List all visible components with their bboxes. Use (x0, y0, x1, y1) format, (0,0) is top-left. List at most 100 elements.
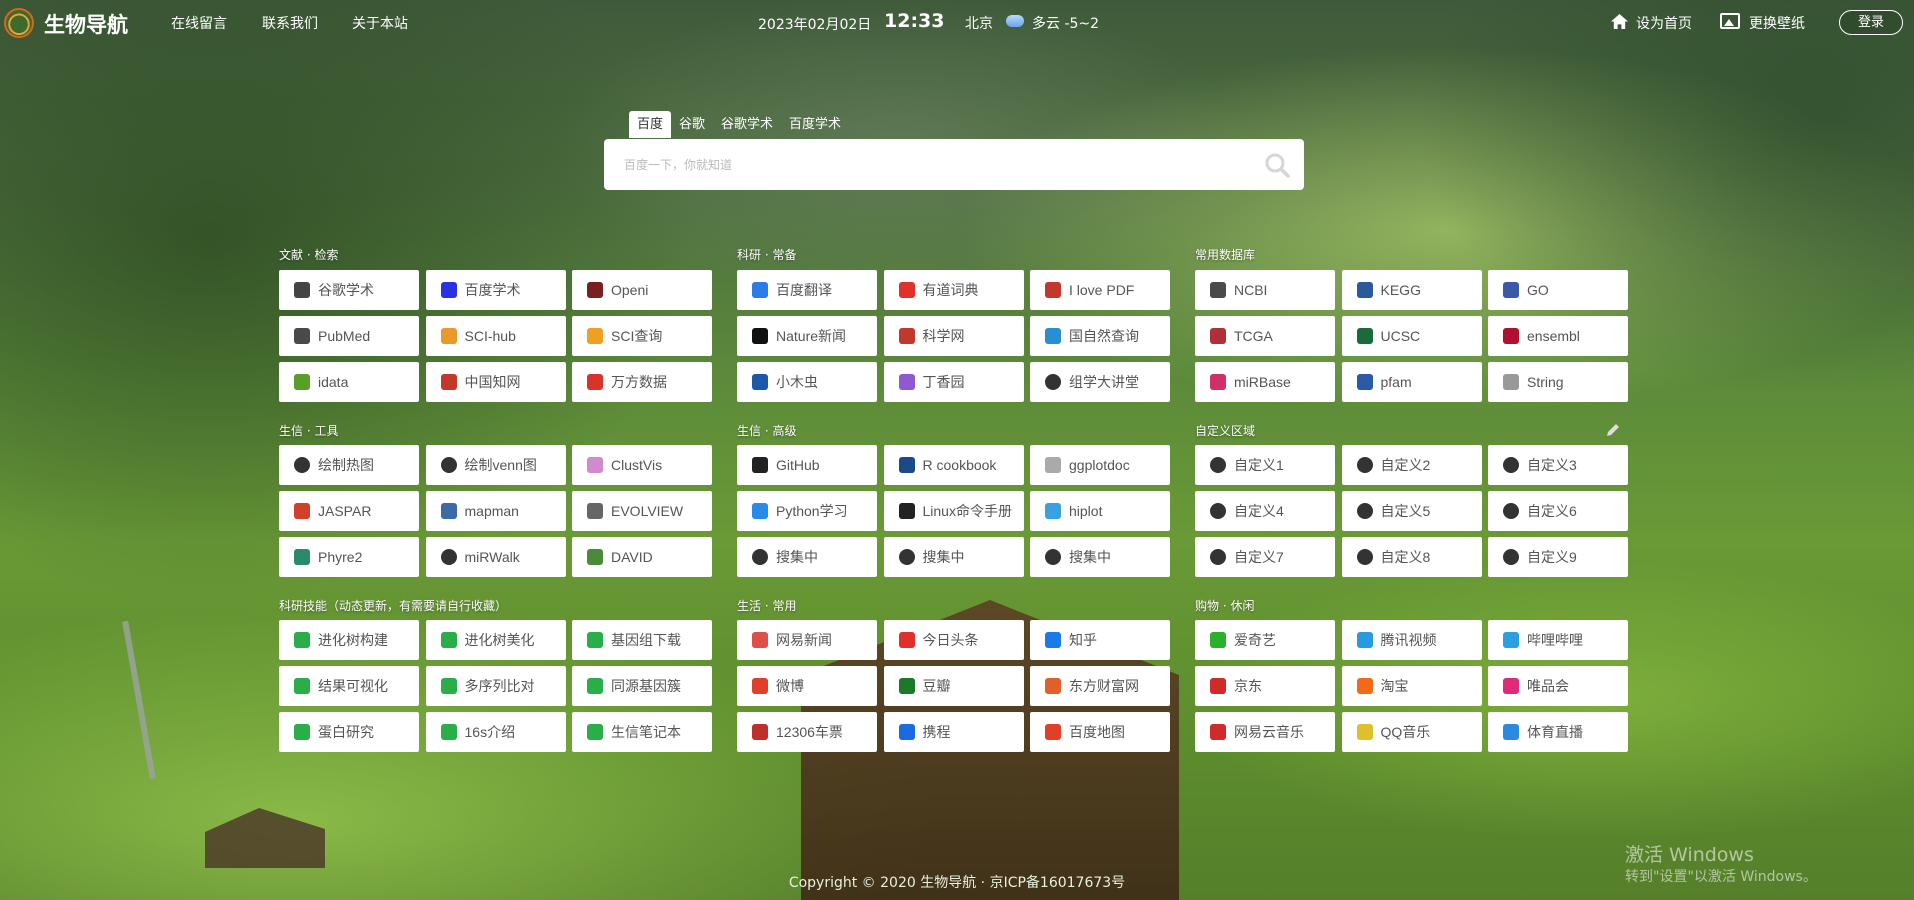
link-tile[interactable]: 有道词典 (883, 270, 1024, 310)
nav-contact[interactable]: 联系我们 (262, 13, 318, 33)
search-tab-baidu[interactable]: 百度 (629, 111, 672, 138)
link-tile[interactable]: 多序列比对 (425, 666, 566, 706)
link-tile[interactable]: 自定义2 (1341, 445, 1482, 485)
link-tile[interactable]: pfam (1341, 362, 1482, 402)
link-tile[interactable]: I love PDF (1030, 270, 1170, 310)
globe-icon (1356, 549, 1373, 565)
link-tile[interactable]: 自定义4 (1195, 491, 1335, 531)
link-tile[interactable]: 进化树构建 (279, 620, 419, 660)
link-tile[interactable]: SCI-hub (425, 316, 566, 356)
link-tile[interactable]: 淘宝 (1341, 666, 1482, 706)
link-tile[interactable]: 国自然查询 (1030, 316, 1170, 356)
link-tile[interactable]: 基因组下载 (572, 620, 712, 660)
nav-guestbook[interactable]: 在线留言 (171, 13, 227, 33)
change-wallpaper-link[interactable]: 更换壁纸 (1749, 13, 1805, 33)
link-tile[interactable]: 组学大讲堂 (1030, 362, 1170, 402)
link-tile[interactable]: 中国知网 (425, 362, 566, 402)
link-tile[interactable]: 东方财富网 (1030, 666, 1170, 706)
search-icon[interactable] (1264, 152, 1290, 178)
edit-pencil-icon[interactable] (1605, 422, 1621, 438)
link-tile[interactable]: EVOLVIEW (572, 491, 712, 531)
link-tile[interactable]: NCBI (1195, 270, 1335, 310)
link-tile[interactable]: 科学网 (883, 316, 1024, 356)
link-tile[interactable]: 百度地图 (1030, 712, 1170, 752)
link-tile[interactable]: DAVID (572, 537, 712, 577)
link-tile[interactable]: QQ音乐 (1341, 712, 1482, 752)
link-tile[interactable]: 百度学术 (425, 270, 566, 310)
link-tile[interactable]: 生信笔记本 (572, 712, 712, 752)
search-tab-baidu-scholar[interactable]: 百度学术 (781, 111, 849, 138)
link-tile[interactable]: 体育直播 (1488, 712, 1628, 752)
link-tile[interactable]: 携程 (883, 712, 1024, 752)
link-tile[interactable]: 自定义1 (1195, 445, 1335, 485)
link-tile[interactable]: 自定义7 (1195, 537, 1335, 577)
link-tile[interactable]: TCGA (1195, 316, 1335, 356)
link-tile[interactable]: hiplot (1030, 491, 1170, 531)
link-tile[interactable]: ensembl (1488, 316, 1628, 356)
link-tile[interactable]: PubMed (279, 316, 419, 356)
link-tile[interactable]: mapman (425, 491, 566, 531)
link-tile[interactable]: 哔哩哔哩 (1488, 620, 1628, 660)
link-tile[interactable]: 自定义6 (1488, 491, 1628, 531)
link-tile[interactable]: 爱奇艺 (1195, 620, 1335, 660)
link-tile[interactable]: Python学习 (737, 491, 877, 531)
link-tile[interactable]: 万方数据 (572, 362, 712, 402)
link-tile[interactable]: 绘制热图 (279, 445, 419, 485)
link-tile[interactable]: 网易新闻 (737, 620, 877, 660)
link-tile[interactable]: 自定义9 (1488, 537, 1628, 577)
search-tab-google-scholar[interactable]: 谷歌学术 (713, 111, 781, 138)
link-tile[interactable]: Linux命令手册 (883, 491, 1024, 531)
link-tile[interactable]: miRWalk (425, 537, 566, 577)
link-tile[interactable]: 京东 (1195, 666, 1335, 706)
nav-about[interactable]: 关于本站 (352, 13, 408, 33)
link-tile[interactable]: GO (1488, 270, 1628, 310)
link-tile[interactable]: 唯品会 (1488, 666, 1628, 706)
link-tile[interactable]: 自定义3 (1488, 445, 1628, 485)
link-tile[interactable]: 百度翻译 (737, 270, 877, 310)
search-input[interactable] (624, 139, 1224, 190)
link-tile[interactable]: 蛋白研究 (279, 712, 419, 752)
link-tile[interactable]: 绘制venn图 (425, 445, 566, 485)
link-tile[interactable]: 豆瓣 (883, 666, 1024, 706)
set-homepage-link[interactable]: 设为首页 (1636, 13, 1692, 33)
link-tile[interactable]: 搜集中 (737, 537, 877, 577)
link-tile[interactable]: 网易云音乐 (1195, 712, 1335, 752)
link-tile[interactable]: ClustVis (572, 445, 712, 485)
link-tile[interactable]: 结果可视化 (279, 666, 419, 706)
link-tile[interactable]: R cookbook (883, 445, 1024, 485)
link-tile[interactable]: 丁香园 (883, 362, 1024, 402)
link-tile[interactable]: GitHub (737, 445, 877, 485)
home-icon[interactable] (1610, 13, 1629, 30)
link-tile[interactable]: 搜集中 (1030, 537, 1170, 577)
link-tile[interactable]: 自定义5 (1341, 491, 1482, 531)
link-tile[interactable]: String (1488, 362, 1628, 402)
link-tile[interactable]: SCI查询 (572, 316, 712, 356)
search-tab-google[interactable]: 谷歌 (671, 111, 713, 138)
link-tile[interactable]: Phyre2 (279, 537, 419, 577)
link-tile[interactable]: 16s介绍 (425, 712, 566, 752)
link-tile[interactable]: 同源基因簇 (572, 666, 712, 706)
link-tile[interactable]: idata (279, 362, 419, 402)
link-tile[interactable]: 谷歌学术 (279, 270, 419, 310)
site-title[interactable]: 生物导航 (44, 9, 128, 39)
link-tile[interactable]: miRBase (1195, 362, 1335, 402)
link-tile[interactable]: KEGG (1341, 270, 1482, 310)
link-tile[interactable]: 小木虫 (737, 362, 877, 402)
link-tile[interactable]: UCSC (1341, 316, 1482, 356)
link-tile[interactable]: Openi (572, 270, 712, 310)
link-tile[interactable]: 知乎 (1030, 620, 1170, 660)
link-tile[interactable]: Nature新闻 (737, 316, 877, 356)
link-tile[interactable]: ggplotdoc (1030, 445, 1170, 485)
link-tile[interactable]: 自定义8 (1341, 537, 1482, 577)
link-tile[interactable]: 搜集中 (883, 537, 1024, 577)
link-tile[interactable]: 12306车票 (737, 712, 877, 752)
link-tile[interactable]: JASPAR (279, 491, 419, 531)
link-tile-label: 有道词典 (922, 282, 979, 298)
site-logo-icon[interactable] (4, 8, 34, 38)
link-tile[interactable]: 腾讯视频 (1341, 620, 1482, 660)
login-button[interactable]: 登录 (1839, 10, 1903, 35)
wallpaper-icon[interactable] (1720, 13, 1740, 29)
link-tile[interactable]: 今日头条 (883, 620, 1024, 660)
link-tile[interactable]: 微博 (737, 666, 877, 706)
link-tile[interactable]: 进化树美化 (425, 620, 566, 660)
